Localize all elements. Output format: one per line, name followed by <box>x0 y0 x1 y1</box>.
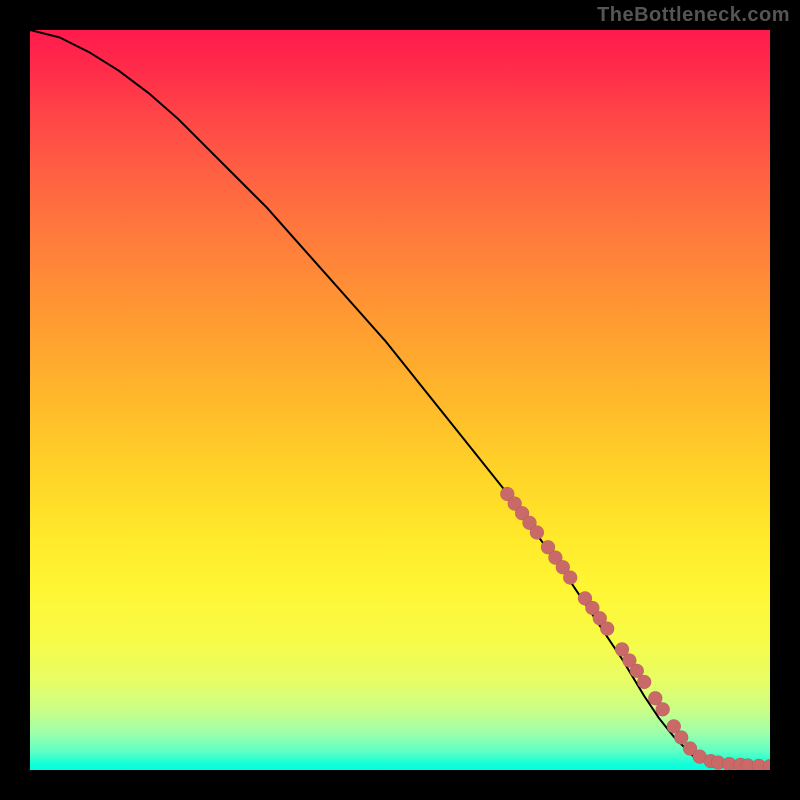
chart-svg <box>30 30 770 770</box>
marker-point <box>563 571 577 585</box>
markers-group <box>500 487 770 770</box>
marker-point <box>637 675 651 689</box>
marker-point <box>600 622 614 636</box>
marker-point <box>530 525 544 539</box>
watermark-text: TheBottleneck.com <box>597 4 790 27</box>
marker-point <box>674 730 688 744</box>
chart-frame: TheBottleneck.com <box>0 0 800 800</box>
plot-area <box>30 30 770 770</box>
curve-line <box>30 30 770 766</box>
marker-point <box>656 702 670 716</box>
